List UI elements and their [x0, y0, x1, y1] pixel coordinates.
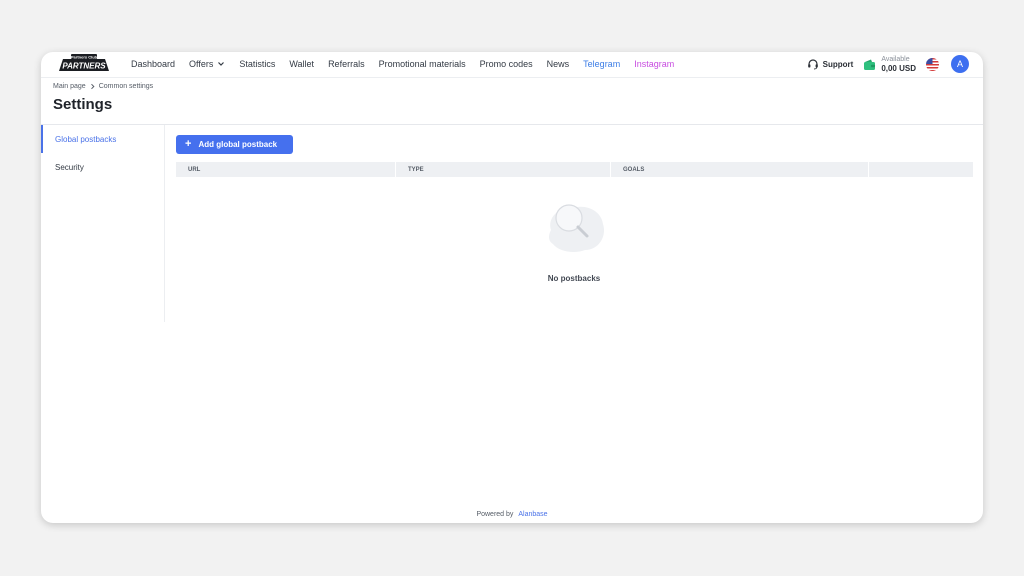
- nav-wallet[interactable]: Wallet: [289, 59, 314, 69]
- postbacks-table-header: URL TYPE GOALS: [176, 162, 973, 177]
- nav-label: Offers: [189, 59, 214, 69]
- nav-instagram[interactable]: Instagram: [634, 59, 674, 69]
- nav-label: Statistics: [239, 59, 276, 69]
- nav-label: Instagram: [634, 59, 675, 69]
- chevron-right-icon: [90, 83, 95, 90]
- sidebar-item-label: Security: [55, 162, 84, 172]
- column-header-url[interactable]: URL: [176, 162, 396, 177]
- headset-icon: [807, 59, 818, 70]
- nav-referrals[interactable]: Referrals: [328, 59, 365, 69]
- empty-search-illustration-icon: [549, 204, 605, 252]
- nav-telegram[interactable]: Telegram: [583, 59, 620, 69]
- breadcrumb-current: Common settings: [98, 83, 154, 90]
- chevron-down-icon: [218, 62, 225, 66]
- nav-label: Promotional materials: [378, 59, 466, 69]
- wallet-balance[interactable]: Available 0,00 USD: [863, 55, 916, 73]
- page-title: Settings: [53, 96, 113, 113]
- app-window: Partners Club PARTNERS Dashboard Offers …: [41, 52, 983, 523]
- nav-label: Referrals: [328, 59, 365, 69]
- nav-promo-codes[interactable]: Promo codes: [480, 59, 533, 69]
- plus-icon: +: [185, 138, 192, 150]
- main-nav: Dashboard Offers Statistics Wallet Refer…: [131, 52, 688, 76]
- sidebar-item-global-postbacks[interactable]: Global postbacks: [41, 125, 164, 153]
- footer-powered-by: Powered by: [476, 511, 514, 518]
- add-button-label: Add global postback: [198, 140, 278, 149]
- nav-offers[interactable]: Offers: [189, 59, 225, 69]
- us-flag-icon[interactable]: [926, 57, 939, 71]
- column-header-actions: [869, 162, 973, 177]
- nav-label: Telegram: [583, 59, 621, 69]
- add-global-postback-button[interactable]: + Add global postback: [176, 135, 293, 154]
- brand-logo[interactable]: Partners Club PARTNERS: [57, 53, 111, 75]
- column-header-goals[interactable]: GOALS: [611, 162, 869, 177]
- breadcrumb-home[interactable]: Main page: [53, 83, 86, 90]
- header-right: Support Available 0,00 USD A: [807, 52, 969, 76]
- wallet-icon: [864, 59, 876, 70]
- breadcrumb: Main page Common settings: [53, 83, 153, 90]
- top-navbar: Partners Club PARTNERS Dashboard Offers …: [41, 52, 983, 78]
- nav-label: Dashboard: [131, 59, 176, 69]
- avatar-initial: A: [956, 59, 963, 69]
- empty-state-text: No postbacks: [547, 274, 601, 283]
- sidebar-item-label: Global postbacks: [55, 134, 117, 144]
- svg-text:Partners Club: Partners Club: [71, 55, 98, 60]
- settings-sidebar: Global postbacks Security: [41, 125, 165, 322]
- column-header-type[interactable]: TYPE: [396, 162, 611, 177]
- nav-promotional-materials[interactable]: Promotional materials: [379, 59, 466, 69]
- support-label: Support: [822, 59, 854, 69]
- support-button[interactable]: Support: [807, 58, 854, 70]
- footer-brand-link[interactable]: Alanbase: [518, 511, 547, 518]
- nav-dashboard[interactable]: Dashboard: [131, 59, 175, 69]
- nav-label: News: [546, 59, 570, 69]
- sidebar-item-security[interactable]: Security: [41, 153, 164, 181]
- svg-text:PARTNERS: PARTNERS: [62, 62, 106, 71]
- avatar[interactable]: A: [951, 55, 969, 73]
- footer: Powered by Alanbase: [41, 511, 983, 518]
- wallet-amount: 0,00 USD: [881, 64, 916, 73]
- nav-label: Wallet: [289, 59, 315, 69]
- nav-label: Promo codes: [479, 59, 533, 69]
- nav-news[interactable]: News: [547, 59, 570, 69]
- wallet-label: Available: [881, 56, 910, 63]
- nav-statistics[interactable]: Statistics: [239, 59, 275, 69]
- header-divider: [41, 124, 983, 125]
